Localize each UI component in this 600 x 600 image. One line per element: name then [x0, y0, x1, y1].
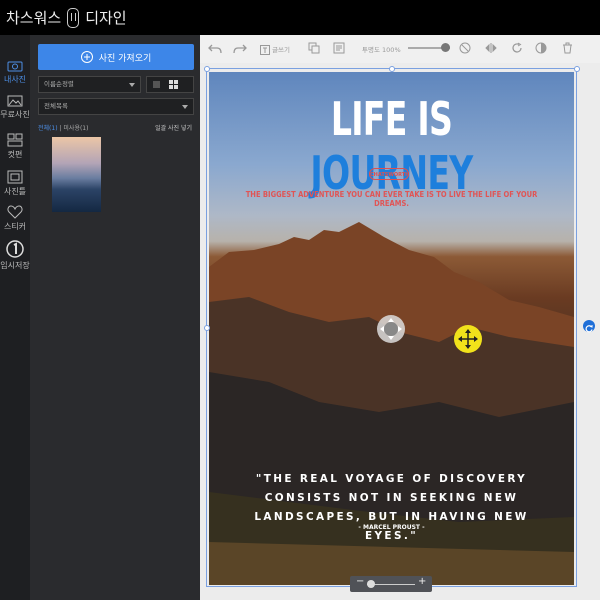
list-view-icon[interactable]: [153, 81, 160, 88]
text-box-label: 글쓰기: [272, 46, 291, 54]
sort-select-value: 이름순정렬: [44, 80, 74, 88]
opacity-slider-knob[interactable]: [441, 43, 450, 52]
nav-sticker[interactable]: 스티커: [0, 205, 30, 232]
filter-unused[interactable]: 미사용(1): [63, 125, 88, 132]
nav-label: 스티커: [3, 222, 27, 231]
nav-temp-save[interactable]: 임시저장: [0, 240, 30, 271]
image-icon: [7, 95, 23, 107]
filter-all[interactable]: 전체(1): [38, 125, 58, 132]
app-title-suffix: 디자인: [85, 9, 127, 27]
app-logo-icon: [67, 7, 80, 28]
heart-icon: [7, 205, 23, 219]
flip-horizontal-icon[interactable]: [485, 42, 497, 54]
zoom-control: − +: [350, 576, 432, 592]
poster-quote[interactable]: "THE REAL VOYAGE OF DISCOVERY CONSISTS N…: [228, 469, 556, 545]
contrast-icon[interactable]: [535, 42, 547, 54]
opacity-value: 100%: [382, 46, 401, 54]
save-circle-icon: [6, 240, 24, 258]
no-filter-icon[interactable]: [459, 42, 471, 54]
plus-circle-icon: [80, 51, 93, 63]
camera-icon: [7, 61, 23, 72]
filter-row: 전체(1) | 미사용(1) 일괄 사진 넣기: [38, 123, 194, 132]
rotate-icon[interactable]: [511, 42, 523, 54]
trash-icon[interactable]: [562, 42, 573, 54]
opacity-label-text: 투명도: [362, 46, 380, 54]
duplicate-icon[interactable]: [308, 42, 320, 54]
rotate-handle[interactable]: [583, 320, 595, 333]
resize-handle-top-right[interactable]: [574, 66, 580, 72]
nav-label: 내사진: [3, 75, 27, 84]
nav-free-photos[interactable]: 무료사진: [0, 95, 30, 120]
photo-thumbnail[interactable]: [52, 137, 101, 212]
rotate-icon: [585, 325, 593, 333]
grid-view-icon[interactable]: [169, 80, 178, 89]
zoom-in-button[interactable]: +: [418, 576, 426, 587]
opacity-label: 투명도 100%: [362, 44, 401, 54]
nav-label: 컷편: [7, 150, 23, 159]
left-icon-bar: 내사진 무료사진 컷편 사진틀 스티커 임시저장: [0, 35, 30, 600]
text-box-button[interactable]: 글쓰기: [260, 44, 290, 55]
folder-select-value: 전체목록: [44, 102, 68, 110]
move-handle[interactable]: [377, 315, 405, 343]
undo-icon[interactable]: [208, 42, 222, 54]
zoom-slider-knob[interactable]: [367, 580, 375, 588]
text-box-icon: [260, 45, 270, 55]
import-photos-button[interactable]: 사진 가져오기: [38, 44, 194, 70]
editor-toolbar: 글쓰기 투명도 100%: [200, 35, 600, 64]
nav-label: 무료사진: [0, 110, 30, 119]
import-button-label: 사진 가져오기: [98, 53, 152, 64]
redo-icon[interactable]: [233, 42, 247, 54]
resize-handle-top-left[interactable]: [204, 66, 210, 72]
poster-title[interactable]: LIFE IS JOURNEY: [260, 92, 523, 200]
frame-icon: [7, 170, 23, 184]
resize-handle-top[interactable]: [389, 66, 395, 72]
move-arrows-icon: [380, 318, 402, 340]
folder-select[interactable]: 전체목록: [38, 98, 194, 115]
move-handle-active[interactable]: [454, 325, 482, 353]
app-title: 차스워스: [6, 9, 62, 27]
photo-panel: 사진 가져오기 이름순정렬 전체목록 전체(1) | 미사용(1) 일괄 사진 …: [30, 35, 200, 600]
align-icon[interactable]: [333, 42, 345, 54]
nav-layout[interactable]: 컷편: [0, 133, 30, 160]
chevron-down-icon: [129, 83, 135, 87]
move-arrows-icon: [458, 329, 478, 349]
poster-badge[interactable]: CHATSWORTH: [369, 168, 409, 180]
nav-label: 사진틀: [3, 187, 27, 196]
resize-handle-left[interactable]: [204, 325, 210, 331]
insert-all-link[interactable]: 일괄 사진 넣기: [155, 123, 192, 132]
app-titlebar: 차스워스 디자인: [0, 0, 600, 35]
zoom-out-button[interactable]: −: [356, 576, 364, 587]
poster-attribution[interactable]: - MARCEL PROUST -: [209, 524, 574, 531]
nav-my-photos[interactable]: 내사진: [0, 60, 30, 85]
nav-photo-frame[interactable]: 사진틀: [0, 170, 30, 197]
layout-icon: [7, 133, 23, 147]
chevron-down-icon: [182, 105, 188, 109]
nav-label: 임시저장: [0, 261, 30, 270]
sort-select[interactable]: 이름순정렬: [38, 76, 141, 93]
view-toggle[interactable]: [146, 76, 194, 93]
poster-tagline[interactable]: THE BIGGEST ADVENTURE YOU CAN EVER TAKE …: [227, 190, 556, 208]
opacity-slider[interactable]: [408, 43, 450, 52]
poster-title-white: LIFE IS: [330, 92, 453, 146]
